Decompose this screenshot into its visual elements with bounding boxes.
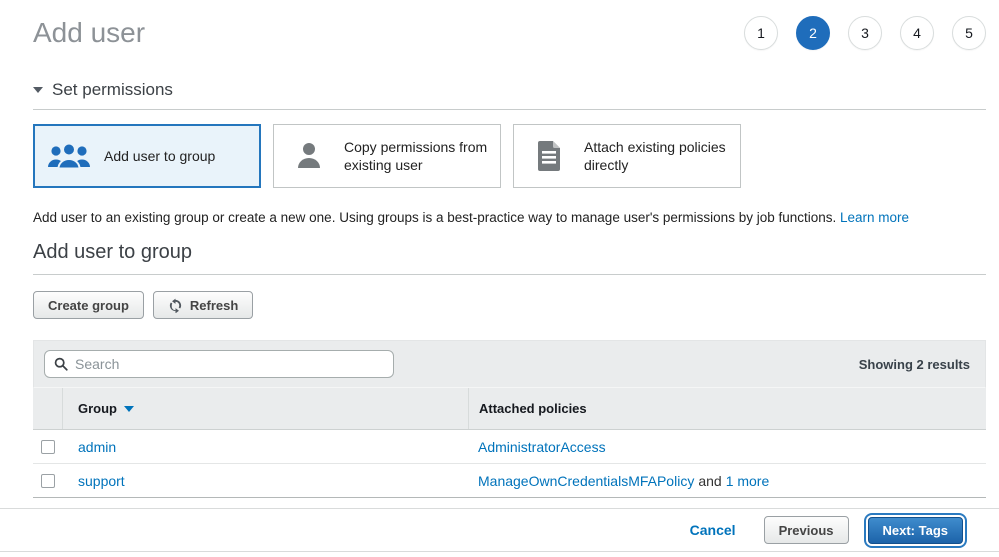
- row-checkbox[interactable]: [41, 440, 55, 454]
- wizard-footer: Cancel Previous Next: Tags: [0, 508, 999, 552]
- option-copy-permissions[interactable]: Copy permissions from existing user: [273, 124, 501, 188]
- page-header: Add user 1 2 3 4 5: [33, 0, 986, 50]
- attached-policies-column-label: Attached policies: [479, 401, 587, 416]
- column-header-group[interactable]: Group: [63, 388, 468, 429]
- table-toolbar: Showing 2 results: [33, 340, 986, 388]
- policy-link[interactable]: ManageOwnCredentialsMFAPolicy: [478, 473, 694, 489]
- set-permissions-section-toggle[interactable]: Set permissions: [33, 80, 986, 110]
- previous-button[interactable]: Previous: [764, 516, 849, 544]
- section-description: Add user to an existing group or create …: [33, 210, 986, 225]
- row-checkbox[interactable]: [41, 474, 55, 488]
- add-user-to-group-heading: Add user to group: [33, 241, 986, 264]
- group-name-link[interactable]: admin: [78, 439, 116, 455]
- search-input[interactable]: [75, 356, 384, 372]
- refresh-label: Refresh: [190, 298, 238, 313]
- step-4: 4: [900, 16, 934, 50]
- user-icon: [286, 140, 332, 172]
- refresh-icon: [168, 298, 183, 313]
- next-tags-button[interactable]: Next: Tags: [868, 517, 964, 544]
- group-cell: support: [63, 464, 468, 497]
- policy-link[interactable]: AdministratorAccess: [478, 439, 606, 455]
- set-permissions-title: Set permissions: [52, 80, 173, 100]
- option-attach-policies[interactable]: Attach existing policies directly: [513, 124, 741, 188]
- more-policies-link[interactable]: 1 more: [726, 473, 770, 489]
- wizard-step-indicator: 1 2 3 4 5: [744, 16, 986, 50]
- user-group-icon: [46, 140, 92, 172]
- sort-descending-icon: [124, 406, 134, 412]
- option-add-user-to-group[interactable]: Add user to group: [33, 124, 261, 188]
- create-group-label: Create group: [48, 298, 129, 313]
- option-label: Attach existing policies directly: [584, 138, 728, 174]
- step-5: 5: [952, 16, 986, 50]
- page-title: Add user: [33, 17, 145, 49]
- group-name-link[interactable]: support: [78, 473, 125, 489]
- and-text: and: [698, 473, 721, 489]
- group-column-label: Group: [78, 401, 117, 416]
- step-2-active: 2: [796, 16, 830, 50]
- search-icon: [54, 357, 68, 371]
- refresh-button[interactable]: Refresh: [153, 291, 253, 319]
- header-checkbox-cell: [33, 388, 63, 429]
- option-label: Copy permissions from existing user: [344, 138, 488, 174]
- table-header-row: Group Attached policies: [33, 388, 986, 430]
- results-summary: Showing 2 results: [859, 357, 975, 372]
- next-tags-label: Next: Tags: [883, 523, 949, 538]
- previous-label: Previous: [779, 523, 834, 538]
- step-1: 1: [744, 16, 778, 50]
- row-checkbox-cell: [33, 430, 63, 463]
- policies-cell: AdministratorAccess: [468, 430, 986, 463]
- group-cell: admin: [63, 430, 468, 463]
- learn-more-link[interactable]: Learn more: [840, 210, 909, 225]
- create-group-button[interactable]: Create group: [33, 291, 144, 319]
- policies-cell: ManageOwnCredentialsMFAPolicy and 1 more: [468, 464, 986, 497]
- wizard-content: Add user 1 2 3 4 5 Set permissions: [0, 0, 999, 498]
- group-actions: Create group Refresh: [33, 291, 986, 319]
- option-label: Add user to group: [104, 147, 215, 165]
- cancel-button[interactable]: Cancel: [690, 522, 736, 538]
- collapse-caret-icon: [33, 87, 43, 93]
- policy-document-icon: [526, 140, 572, 172]
- add-user-to-group-heading-wrap: Add user to group: [33, 241, 986, 275]
- search-box[interactable]: [44, 350, 394, 378]
- table-row: support ManageOwnCredentialsMFAPolicy an…: [33, 464, 986, 498]
- step-3: 3: [848, 16, 882, 50]
- table-row: admin AdministratorAccess: [33, 430, 986, 464]
- groups-table: Showing 2 results Group Attached policie…: [33, 340, 986, 498]
- row-checkbox-cell: [33, 464, 63, 497]
- description-text: Add user to an existing group or create …: [33, 210, 836, 225]
- column-header-attached-policies: Attached policies: [468, 388, 986, 429]
- permission-option-cards: Add user to group Copy permissions from …: [33, 124, 986, 188]
